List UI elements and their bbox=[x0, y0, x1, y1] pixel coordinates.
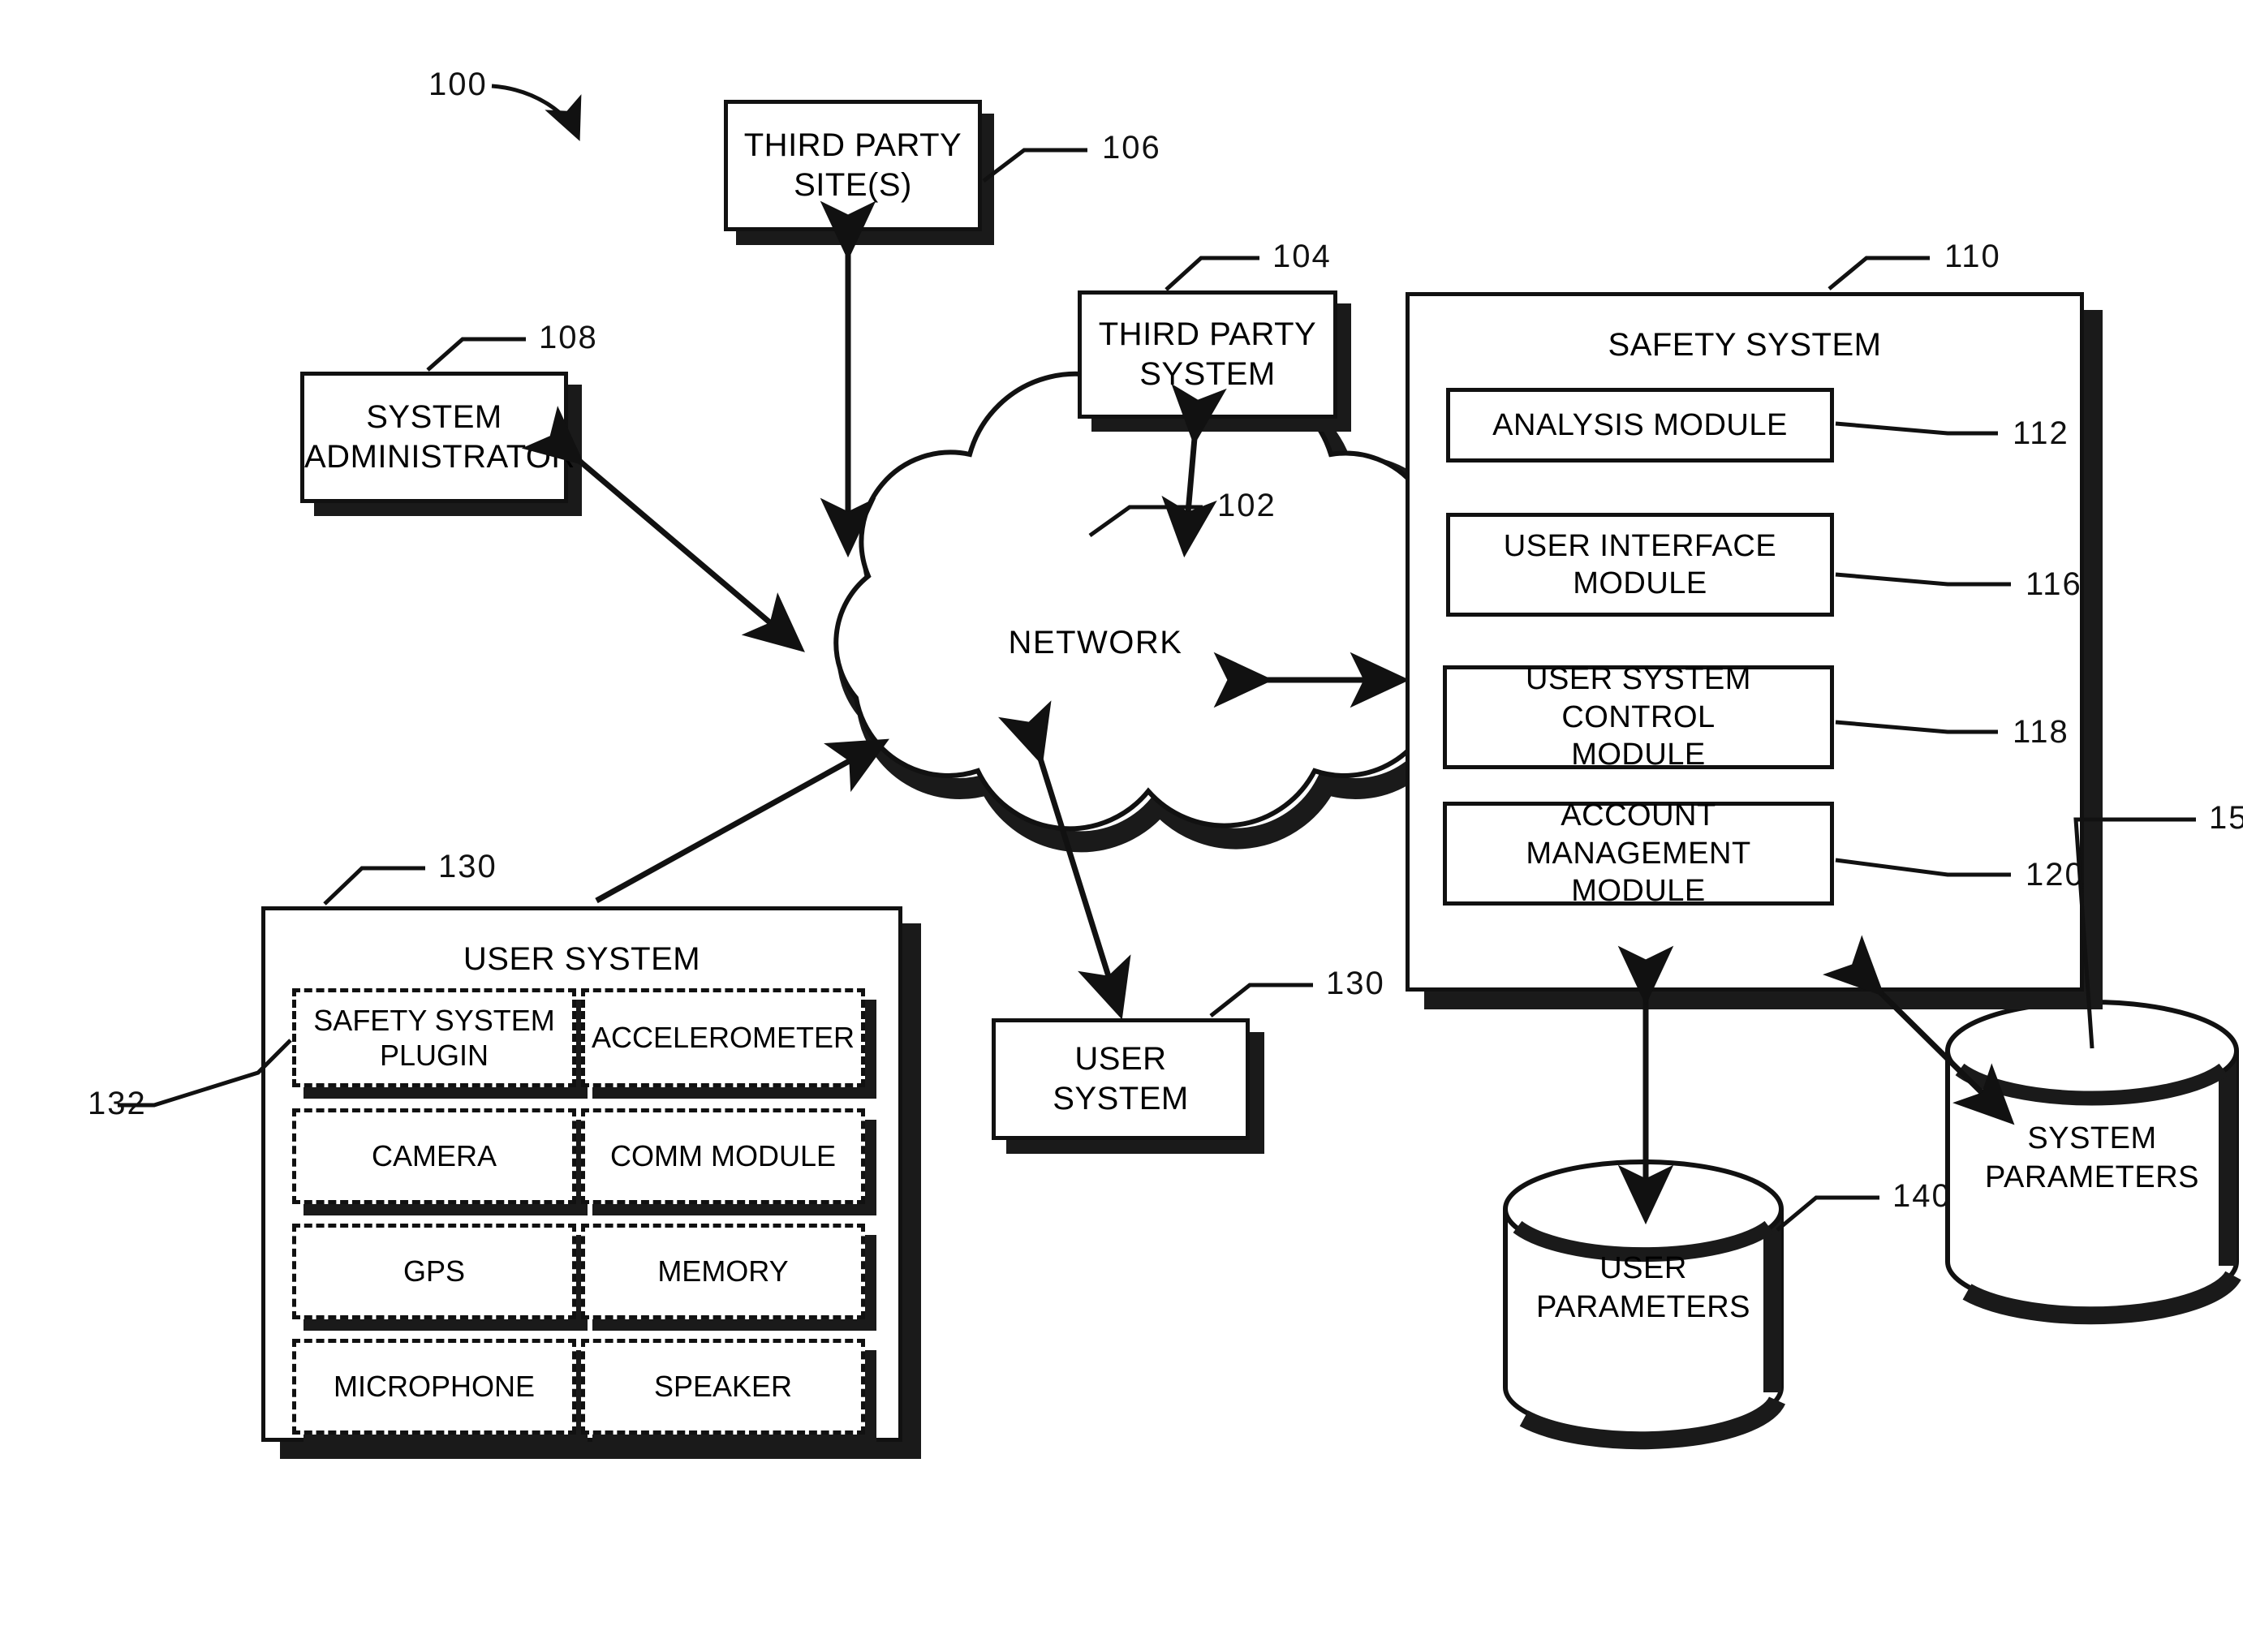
account-management-module-label: ACCOUNT MANAGEMENT MODULE bbox=[1526, 798, 1751, 909]
ref-116: 116 bbox=[2026, 566, 2082, 602]
third-party-sites-label: THIRD PARTY SITE(S) bbox=[743, 127, 962, 203]
ref-140: 140 bbox=[1892, 1178, 1952, 1214]
component-box-memory[interactable]: MEMORY bbox=[581, 1224, 865, 1319]
third-party-system-box[interactable]: THIRD PARTY SYSTEM bbox=[1078, 290, 1337, 419]
system-parameters-label: SYSTEM PARAMETERS bbox=[1984, 1121, 2199, 1194]
third-party-sites-box[interactable]: THIRD PARTY SITE(S) bbox=[724, 100, 982, 231]
ref-104: 104 bbox=[1272, 239, 1332, 274]
component-box-comm-module[interactable]: COMM MODULE bbox=[581, 1108, 865, 1204]
component-label-6: MICROPHONE bbox=[333, 1370, 535, 1404]
user-interface-module-box[interactable]: USER INTERFACE MODULE bbox=[1446, 513, 1834, 617]
component-box-camera[interactable]: CAMERA bbox=[292, 1108, 576, 1204]
component-box-accelerometer[interactable]: ACCELEROMETER bbox=[581, 988, 865, 1087]
component-box-safety-system-plugin[interactable]: SAFETY SYSTEM PLUGIN bbox=[292, 988, 576, 1087]
user-system-main-title: USER SYSTEM bbox=[463, 941, 701, 977]
ref-120: 120 bbox=[2026, 857, 2085, 893]
user-system-control-module-label: USER SYSTEM CONTROL MODULE bbox=[1526, 662, 1751, 772]
ref-130-remote: 130 bbox=[1326, 966, 1385, 1001]
system-administrator-label: SYSTEM ADMINISTRATOR bbox=[304, 399, 575, 475]
component-box-microphone[interactable]: MICROPHONE bbox=[292, 1339, 576, 1435]
analysis-module-label: ANALYSIS MODULE bbox=[1492, 407, 1788, 442]
ref-100: 100 bbox=[428, 67, 488, 102]
component-label-2: CAMERA bbox=[371, 1139, 497, 1173]
user-system-remote-label: USER SYSTEM bbox=[1053, 1041, 1189, 1116]
network-cloud bbox=[833, 371, 1461, 832]
component-box-speaker[interactable]: SPEAKER bbox=[581, 1339, 865, 1435]
analysis-module-box[interactable]: ANALYSIS MODULE bbox=[1446, 388, 1834, 462]
ref-110: 110 bbox=[1944, 239, 2001, 274]
ref-108: 108 bbox=[539, 320, 598, 355]
component-label-7: SPEAKER bbox=[653, 1370, 793, 1404]
ref-118: 118 bbox=[2013, 714, 2069, 750]
ref-112: 112 bbox=[2013, 415, 2069, 451]
component-label-0: SAFETY SYSTEM PLUGIN bbox=[313, 1003, 555, 1072]
patent-figure: THIRD PARTY SITE(S) THIRD PARTY SYSTEM S… bbox=[0, 0, 2243, 1652]
ref-106: 106 bbox=[1102, 130, 1161, 166]
system-administrator-box[interactable]: SYSTEM ADMINISTRATOR bbox=[300, 372, 575, 503]
user-system-remote-box[interactable]: USER SYSTEM bbox=[992, 1018, 1250, 1140]
network-label: NETWORK bbox=[1008, 625, 1183, 660]
ref-132: 132 bbox=[88, 1086, 147, 1121]
third-party-system-label: THIRD PARTY SYSTEM bbox=[1098, 316, 1317, 392]
component-label-4: GPS bbox=[403, 1254, 466, 1288]
ref-150: 150 bbox=[2209, 800, 2243, 836]
account-management-module-box[interactable]: ACCOUNT MANAGEMENT MODULE bbox=[1443, 798, 1834, 908]
ref-130-main: 130 bbox=[438, 849, 497, 884]
user-system-control-module-box[interactable]: USER SYSTEM CONTROL MODULE bbox=[1443, 662, 1834, 772]
component-label-3: COMM MODULE bbox=[610, 1139, 836, 1173]
safety-system-title: SAFETY SYSTEM bbox=[1608, 327, 1882, 363]
user-parameters-label: USER PARAMETERS bbox=[1535, 1251, 1750, 1324]
component-label-1: ACCELEROMETER bbox=[591, 1021, 855, 1055]
component-box-gps[interactable]: GPS bbox=[292, 1224, 576, 1319]
user-interface-module-label: USER INTERFACE MODULE bbox=[1503, 528, 1777, 600]
ref-102: 102 bbox=[1217, 488, 1276, 523]
component-label-5: MEMORY bbox=[657, 1254, 789, 1288]
